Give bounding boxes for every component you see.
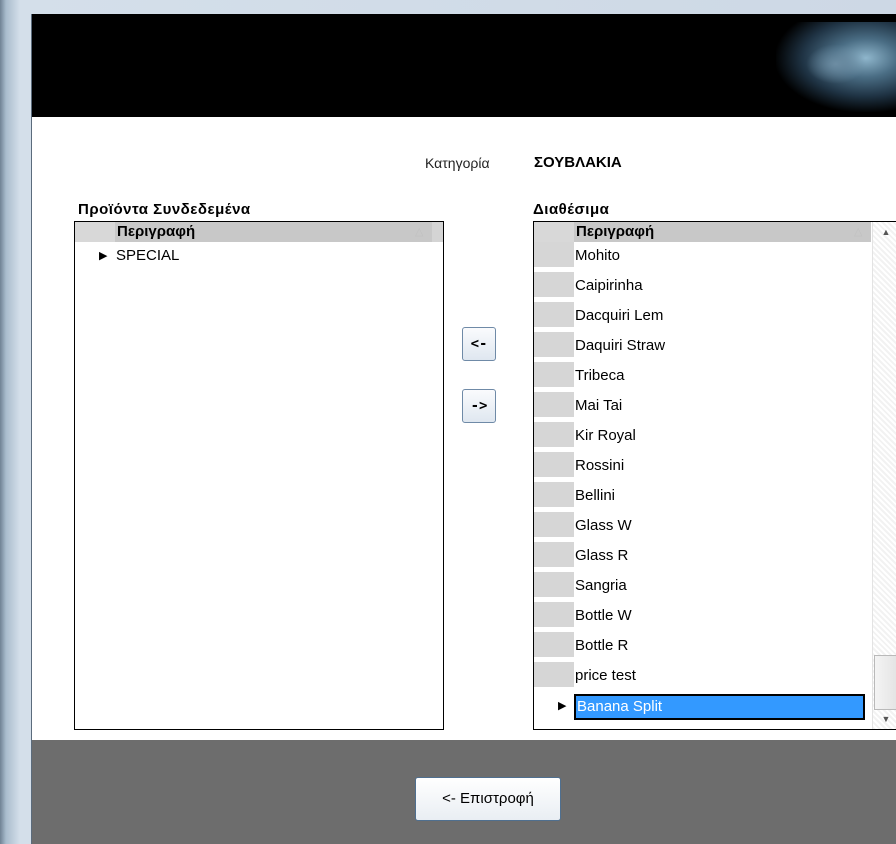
- row-description[interactable]: Banana Split: [574, 694, 865, 720]
- row-description[interactable]: Glass R: [574, 542, 628, 572]
- linked-products-grid[interactable]: Περιγραφή △ ▶ SPECIAL: [74, 221, 444, 730]
- row-selector[interactable]: [534, 452, 574, 479]
- current-row-icon: ▶: [99, 250, 108, 262]
- row-selector[interactable]: [534, 542, 574, 569]
- table-row[interactable]: Mohito: [534, 242, 871, 272]
- row-selector[interactable]: [534, 572, 574, 599]
- remove-from-linked-button[interactable]: ->: [462, 389, 496, 423]
- category-value: ΣΟΥΒΛΑΚΙΑ: [534, 154, 622, 171]
- grid-header: Περιγραφή △: [75, 222, 443, 242]
- column-header-description[interactable]: Περιγραφή: [115, 222, 432, 242]
- table-row[interactable]: Bottle R: [534, 632, 871, 662]
- row-selector[interactable]: [534, 632, 574, 659]
- sort-ascending-icon: △: [854, 226, 863, 238]
- category-label: Κατηγορία: [425, 155, 490, 171]
- row-selector[interactable]: [534, 392, 574, 419]
- table-row[interactable]: Bellini: [534, 482, 871, 512]
- table-row[interactable]: Mai Tai: [534, 392, 871, 422]
- row-selector[interactable]: [534, 242, 574, 269]
- linked-products-title: Προϊόντα Συνδεδεμένα: [78, 201, 251, 218]
- grid-header: Περιγραφή △: [534, 222, 871, 242]
- scroll-thumb[interactable]: [874, 655, 896, 710]
- row-selector[interactable]: ▶: [75, 242, 115, 269]
- available-products-title: Διαθέσιμα: [533, 201, 610, 218]
- main-content: Κατηγορία ΣΟΥΒΛΑΚΙΑ Προϊόντα Συνδεδεμένα…: [32, 117, 896, 740]
- row-description[interactable]: Bottle R: [574, 632, 628, 662]
- row-selector-header: [534, 222, 574, 242]
- row-description[interactable]: Mohito: [574, 242, 620, 272]
- row-description[interactable]: Tribeca: [574, 362, 624, 392]
- row-description[interactable]: Glass W: [574, 512, 632, 542]
- add-to-linked-button[interactable]: <-: [462, 327, 496, 361]
- table-row[interactable]: Caipirinha: [534, 272, 871, 302]
- header-banner: [32, 14, 896, 117]
- table-row[interactable]: ▶ SPECIAL: [75, 242, 443, 272]
- table-row[interactable]: Kir Royal: [534, 422, 871, 452]
- table-row[interactable]: Glass R: [534, 542, 871, 572]
- table-row[interactable]: ▶ Banana Split: [534, 692, 871, 722]
- row-description[interactable]: Daquiri Straw: [574, 332, 665, 362]
- row-selector[interactable]: [534, 332, 574, 359]
- table-row[interactable]: Daquiri Straw: [534, 332, 871, 362]
- row-description[interactable]: Bellini: [574, 482, 615, 512]
- table-row[interactable]: Dacquiri Lem: [534, 302, 871, 332]
- row-description[interactable]: Dacquiri Lem: [574, 302, 663, 332]
- row-selector[interactable]: [534, 362, 574, 389]
- row-selector[interactable]: [534, 662, 574, 689]
- row-selector-header: [75, 222, 115, 242]
- available-products-grid[interactable]: Περιγραφή △ Mohito Caipirinha Dacquiri Lem…: [533, 221, 896, 730]
- column-header-description[interactable]: Περιγραφή: [574, 222, 871, 242]
- row-selector[interactable]: [534, 512, 574, 539]
- table-row[interactable]: Glass W: [534, 512, 871, 542]
- return-button[interactable]: <- Επιστροφή: [415, 777, 561, 821]
- table-row[interactable]: Tribeca: [534, 362, 871, 392]
- table-row[interactable]: Rossini: [534, 452, 871, 482]
- row-description[interactable]: Sangria: [574, 572, 627, 602]
- table-row[interactable]: Bottle W: [534, 602, 871, 632]
- row-description[interactable]: Mai Tai: [574, 392, 622, 422]
- row-description[interactable]: Bottle W: [574, 602, 632, 632]
- row-description[interactable]: Kir Royal: [574, 422, 636, 452]
- row-description[interactable]: SPECIAL: [115, 242, 179, 272]
- current-row-icon: ▶: [558, 700, 567, 712]
- table-row[interactable]: price test: [534, 662, 871, 692]
- row-selector[interactable]: [534, 422, 574, 449]
- row-description[interactable]: Rossini: [574, 452, 624, 482]
- banner-logo-highlight: [806, 44, 866, 84]
- footer-bar: <- Επιστροφή: [32, 740, 896, 844]
- row-description[interactable]: price test: [574, 662, 636, 692]
- scroll-up-arrow-icon[interactable]: ▲: [873, 222, 896, 242]
- row-description[interactable]: Caipirinha: [574, 272, 643, 302]
- row-selector[interactable]: [534, 302, 574, 329]
- app-window: Κατηγορία ΣΟΥΒΛΑΚΙΑ Προϊόντα Συνδεδεμένα…: [32, 14, 896, 844]
- sort-ascending-icon: △: [415, 226, 424, 238]
- row-selector[interactable]: ▶: [534, 692, 574, 719]
- row-selector[interactable]: [534, 602, 574, 629]
- row-selector[interactable]: [534, 482, 574, 509]
- scroll-down-arrow-icon[interactable]: ▼: [873, 709, 896, 729]
- vertical-scrollbar[interactable]: ▲ ▼: [872, 222, 896, 729]
- table-row[interactable]: Sangria: [534, 572, 871, 602]
- row-selector[interactable]: [534, 272, 574, 299]
